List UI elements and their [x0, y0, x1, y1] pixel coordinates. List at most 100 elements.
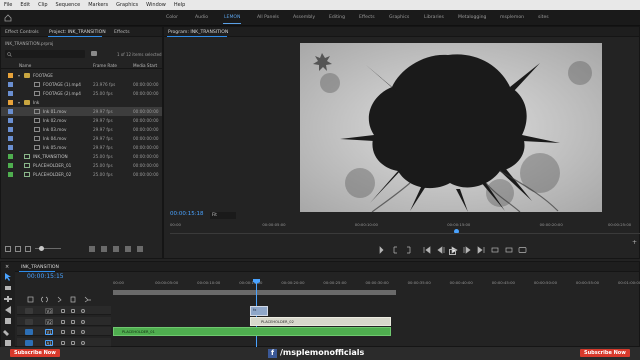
chevron-down-icon[interactable]: ▾: [18, 100, 20, 105]
program-timecode[interactable]: 00:00:15:18: [170, 211, 204, 217]
lock-icon[interactable]: [61, 329, 65, 334]
settings-plus-icon[interactable]: +: [632, 239, 637, 246]
add-marker-icon[interactable]: [70, 296, 76, 303]
mark-in-icon[interactable]: [393, 246, 397, 254]
project-item-row[interactable]: Ink 01.mov 29.97 fps 00:00:00:00: [1, 107, 162, 116]
menu-sequence[interactable]: Sequence: [52, 2, 85, 8]
subscribe-button-left[interactable]: Subscribe Now: [10, 349, 60, 357]
eye-icon[interactable]: [81, 308, 85, 313]
label-color-swatch[interactable]: [8, 91, 13, 96]
project-item-row[interactable]: PLACEHOLDER_02 25.00 fps 00:00:00:00: [1, 170, 162, 179]
label-color-swatch[interactable]: [8, 154, 13, 159]
new-bin-icon[interactable]: [91, 51, 97, 56]
lift-icon[interactable]: [491, 247, 499, 253]
source-patch-button[interactable]: [25, 328, 33, 335]
pen-tool-icon[interactable]: [3, 330, 9, 336]
project-item-row[interactable]: INK_TRANSITION 25.00 fps 00:00:00:00: [1, 152, 162, 161]
sync-lock-icon[interactable]: [71, 340, 75, 345]
workspace-tab-libraries[interactable]: Libraries: [424, 15, 444, 20]
lock-icon[interactable]: [61, 308, 65, 313]
label-color-swatch[interactable]: [8, 82, 13, 87]
lock-icon[interactable]: [5, 246, 11, 252]
sync-lock-icon[interactable]: [71, 329, 75, 334]
workspace-tab-effects[interactable]: Effects: [359, 15, 375, 20]
track-target-button[interactable]: A1: [45, 339, 53, 346]
clip-v2[interactable]: PLACEHOLDER_02: [250, 317, 391, 326]
project-bin-row[interactable]: ▾ FOOTAGE: [1, 71, 162, 80]
project-item-row[interactable]: PLACEHOLDER_01 25.00 fps 00:00:00:00: [1, 161, 162, 170]
eye-icon[interactable]: [81, 329, 85, 334]
export-frame-icon[interactable]: [518, 247, 527, 253]
sync-lock-icon[interactable]: [71, 308, 75, 313]
track-select-tool-icon[interactable]: [5, 286, 11, 290]
tab-project[interactable]: Project: INK_TRANSITION: [49, 30, 106, 35]
find-icon[interactable]: [101, 246, 107, 252]
home-icon[interactable]: [4, 14, 12, 22]
project-item-row[interactable]: Ink 02.mov 29.97 fps 00:00:00:00: [1, 116, 162, 125]
label-color-swatch[interactable]: [8, 109, 13, 114]
work-area-bar[interactable]: [113, 290, 396, 295]
program-monitor-title[interactable]: Program: INK_TRANSITION: [168, 30, 228, 35]
slip-tool-icon[interactable]: [5, 318, 11, 324]
menu-file[interactable]: File: [0, 2, 16, 8]
source-patch-button[interactable]: [25, 318, 33, 325]
zoom-slider-handle[interactable]: [39, 246, 44, 251]
add-marker-icon[interactable]: [379, 246, 384, 254]
workspace-tab-editing[interactable]: Editing: [329, 15, 345, 20]
label-color-swatch[interactable]: [8, 163, 13, 168]
workspace-tab-color[interactable]: Color: [166, 15, 178, 20]
linked-selection-icon[interactable]: [57, 296, 62, 303]
menu-graphics[interactable]: Graphics: [112, 2, 142, 8]
label-color-swatch[interactable]: [8, 73, 13, 78]
wrench-icon[interactable]: [84, 296, 91, 303]
clip-v1[interactable]: PLACEHOLDER_01: [113, 327, 391, 336]
workspace-tab-all-panels[interactable]: All Panels: [257, 15, 279, 20]
label-color-swatch[interactable]: [8, 172, 13, 177]
track-target-button[interactable]: V3: [45, 307, 53, 314]
timeline-timecode[interactable]: 00:00:15:15: [27, 273, 64, 280]
label-color-swatch[interactable]: [8, 127, 13, 132]
subscribe-button-right[interactable]: Subscribe Now: [580, 349, 630, 357]
go-to-out-icon[interactable]: [477, 246, 485, 254]
label-color-swatch[interactable]: [8, 145, 13, 150]
source-patch-button[interactable]: [25, 339, 33, 346]
snap-icon[interactable]: [41, 296, 48, 303]
icon-view-icon[interactable]: [25, 246, 31, 252]
workspace-tab-sites[interactable]: sites: [538, 15, 549, 20]
project-item-row[interactable]: FOOTAGE (1).mp4 23.976 fps 00:00:00:00: [1, 80, 162, 89]
list-view-icon[interactable]: [15, 246, 21, 252]
new-bin-icon[interactable]: [113, 246, 119, 252]
project-item-row[interactable]: Ink 04.mov 29.97 fps 00:00:00:00: [1, 134, 162, 143]
search-input[interactable]: [5, 50, 85, 58]
sync-lock-icon[interactable]: [71, 319, 75, 324]
workspace-tab-graphics[interactable]: Graphics: [389, 15, 409, 20]
label-color-swatch[interactable]: [8, 118, 13, 123]
mute-icon[interactable]: [81, 340, 85, 345]
project-item-row[interactable]: FOOTAGE (2).mp4 25.00 fps 00:00:00:00: [1, 89, 162, 98]
chevron-down-icon[interactable]: ▾: [18, 73, 20, 78]
tab-effect-controls[interactable]: Effect Controls: [5, 30, 39, 35]
label-color-swatch[interactable]: [8, 100, 13, 105]
eye-icon[interactable]: [81, 319, 85, 324]
track-target-button[interactable]: V1: [45, 328, 53, 335]
column-name[interactable]: Name: [19, 63, 31, 68]
menu-markers[interactable]: Markers: [84, 2, 112, 8]
insert-nest-icon[interactable]: [27, 296, 34, 303]
column-frame-rate[interactable]: Frame Rate: [93, 63, 117, 68]
new-item-icon[interactable]: [125, 246, 131, 252]
sequence-tab[interactable]: INK_TRANSITION: [21, 265, 59, 270]
timeline-ruler[interactable]: 00:00 00:00:05:00 00:00:10:00 00:00:15:00 00…: [113, 279, 640, 289]
hand-tool-icon[interactable]: [5, 340, 11, 346]
mark-out-icon[interactable]: [407, 246, 411, 254]
extract-icon[interactable]: [505, 247, 513, 253]
menu-window[interactable]: Window: [142, 2, 170, 8]
menu-clip[interactable]: Clip: [34, 2, 51, 8]
workspace-tab-assembly[interactable]: Assembly: [293, 15, 315, 20]
ripple-edit-tool-icon[interactable]: [4, 296, 12, 302]
razor-tool-icon[interactable]: [5, 306, 11, 314]
project-item-row[interactable]: Ink 05.mov 29.97 fps 00:00:00:00: [1, 143, 162, 152]
go-to-in-icon[interactable]: [423, 246, 431, 254]
project-item-row[interactable]: Ink 03.mov 29.97 fps 00:00:00:00: [1, 125, 162, 134]
workspace-tab-msplemon[interactable]: msplemon: [500, 15, 524, 20]
column-media-start[interactable]: Media Start: [133, 63, 157, 68]
